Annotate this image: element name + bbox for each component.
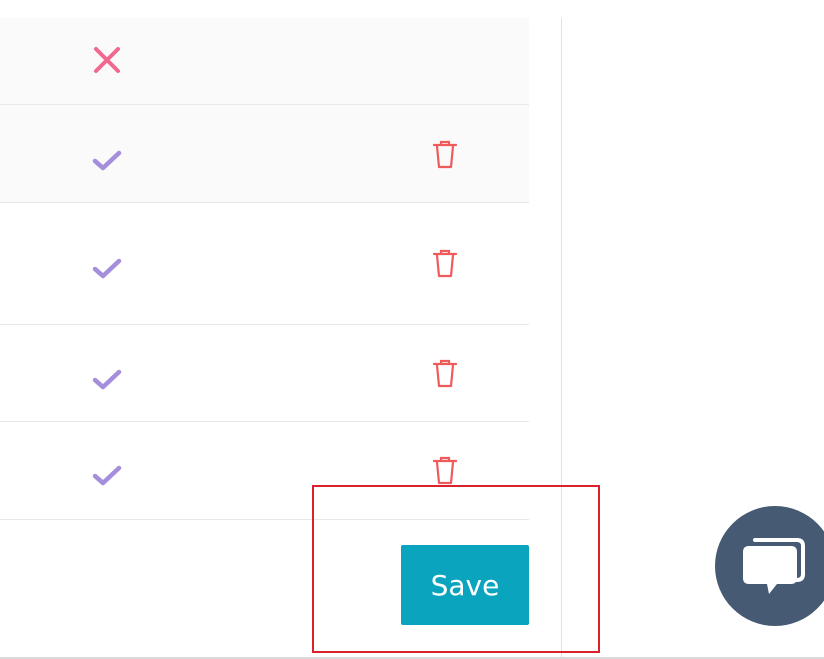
checkmark-icon (89, 250, 125, 286)
table-row (0, 18, 529, 105)
panel-divider (561, 18, 562, 659)
save-button[interactable]: Save (401, 545, 529, 625)
page: Save (0, 0, 824, 659)
checkmark-icon (89, 142, 125, 178)
checkmark-icon (89, 361, 125, 397)
table-row (0, 325, 529, 422)
delete-icon[interactable] (428, 357, 462, 391)
x-mark-icon (89, 42, 125, 78)
items-table (0, 18, 529, 520)
chat-launcher-button[interactable] (715, 506, 824, 626)
delete-icon[interactable] (428, 454, 462, 488)
delete-icon[interactable] (428, 247, 462, 281)
table-row (0, 203, 529, 325)
table-row (0, 105, 529, 203)
delete-icon[interactable] (428, 138, 462, 172)
chat-bubbles-icon (743, 538, 805, 594)
table-row (0, 422, 529, 520)
checkmark-icon (89, 457, 125, 493)
